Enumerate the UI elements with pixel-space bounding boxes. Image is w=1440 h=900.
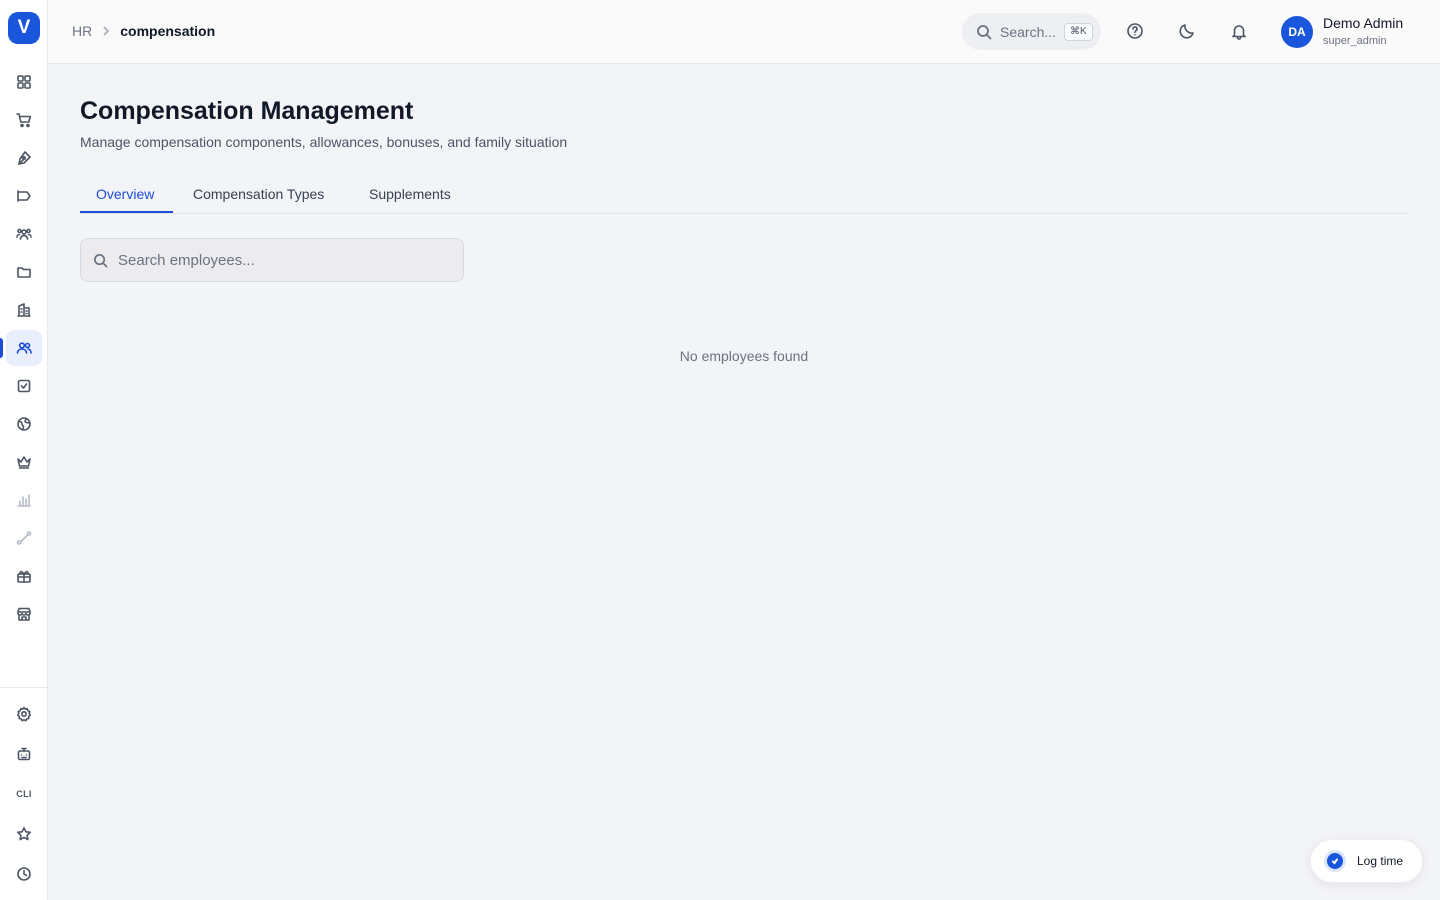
star-icon[interactable] xyxy=(6,816,42,852)
dashboard-icon[interactable] xyxy=(6,64,42,100)
search-shortcut-badge: ⌘K xyxy=(1064,22,1093,41)
bell-icon[interactable] xyxy=(1228,20,1250,42)
tab-compensation-types[interactable]: Compensation Types xyxy=(193,186,324,214)
route-icon[interactable] xyxy=(6,520,42,556)
breadcrumb: HR compensation xyxy=(72,23,215,39)
user-role: super_admin xyxy=(1323,35,1387,47)
checkbox-icon[interactable] xyxy=(6,368,42,404)
avatar[interactable]: DA xyxy=(1281,16,1313,48)
chevron-right-icon xyxy=(98,23,114,39)
gift-icon[interactable] xyxy=(6,558,42,594)
search-icon xyxy=(977,24,992,39)
employee-search-box xyxy=(80,238,464,282)
bot-icon[interactable] xyxy=(6,736,42,772)
users-icon[interactable] xyxy=(6,330,42,366)
global-search-button[interactable]: Search... ⌘K xyxy=(962,13,1101,50)
timer-icon xyxy=(1327,853,1343,869)
breadcrumb-current: compensation xyxy=(120,23,216,39)
user-name[interactable]: Demo Admin xyxy=(1323,15,1403,31)
page-title: Compensation Management xyxy=(80,97,414,125)
globe-icon[interactable] xyxy=(6,406,42,442)
page-subtitle: Manage compensation components, allowanc… xyxy=(80,134,568,150)
breadcrumb-root[interactable]: HR xyxy=(72,23,92,39)
store-icon[interactable] xyxy=(6,596,42,632)
sidebar: V CLI xyxy=(0,0,48,900)
app-logo[interactable]: V xyxy=(8,12,40,44)
sidebar-divider xyxy=(0,687,48,688)
active-tab-indicator xyxy=(80,211,173,213)
log-time-button[interactable]: Log time xyxy=(1310,839,1423,883)
folder-icon[interactable] xyxy=(6,254,42,290)
clock-icon[interactable] xyxy=(6,856,42,892)
search-icon xyxy=(94,253,108,267)
pen-tool-icon[interactable] xyxy=(6,140,42,176)
cli-label: CLI xyxy=(16,789,32,799)
megaphone-icon[interactable] xyxy=(6,178,42,214)
tab-overview[interactable]: Overview xyxy=(96,186,154,214)
empty-state-message: No employees found xyxy=(679,348,809,364)
moon-icon[interactable] xyxy=(1176,20,1198,42)
active-indicator xyxy=(0,338,3,358)
top-header: HR compensation Search... ⌘K DA Demo Adm… xyxy=(48,0,1440,64)
bar-chart-icon[interactable] xyxy=(6,482,42,518)
tab-supplements[interactable]: Supplements xyxy=(369,186,451,214)
crown-icon[interactable] xyxy=(6,444,42,480)
building-icon[interactable] xyxy=(6,292,42,328)
employee-search-input[interactable] xyxy=(118,251,438,269)
shopping-cart-icon[interactable] xyxy=(6,102,42,138)
help-icon[interactable] xyxy=(1124,20,1146,42)
log-time-label: Log time xyxy=(1357,854,1404,868)
team-icon[interactable] xyxy=(6,216,42,252)
global-search-placeholder: Search... xyxy=(1000,23,1057,40)
settings-icon[interactable] xyxy=(6,696,42,732)
cli-button[interactable]: CLI xyxy=(6,776,42,812)
